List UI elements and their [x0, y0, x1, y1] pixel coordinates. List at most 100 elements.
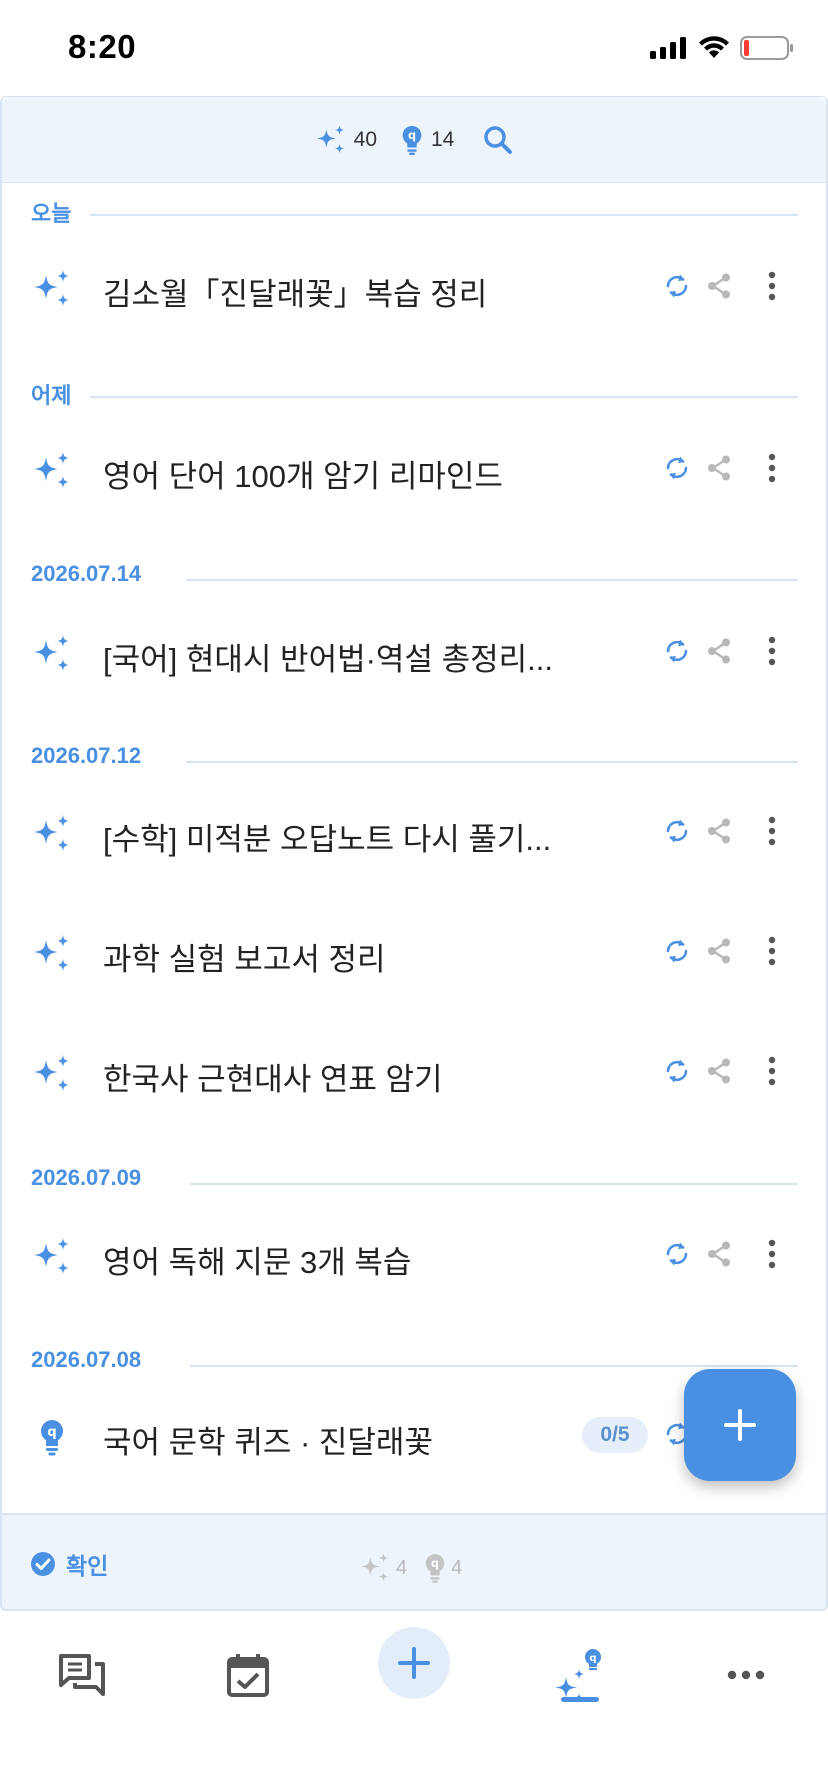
- refresh-icon[interactable]: [662, 816, 692, 846]
- more-horizontal-icon: [727, 1670, 765, 1680]
- refresh-icon[interactable]: [662, 936, 692, 966]
- svg-text:q: q: [408, 129, 416, 142]
- tab-calendar[interactable]: [212, 1639, 284, 1711]
- svg-text:q: q: [589, 1653, 596, 1664]
- item-title: 한국사 근현대사 연표 암기: [103, 1062, 443, 1097]
- share-icon[interactable]: [704, 1239, 734, 1269]
- refresh-icon[interactable]: [662, 636, 692, 666]
- quiz-count: 14: [431, 127, 455, 151]
- sparkles-quiz-icon: q: [555, 1649, 601, 1703]
- item-title: 영어 독해 지문 3개 복습: [103, 1245, 412, 1280]
- sparkle-stat: 40: [314, 123, 377, 157]
- more-vertical-icon[interactable]: [758, 269, 786, 303]
- section-label: 오늘: [31, 201, 72, 226]
- lightbulb-q-icon: q: [41, 1420, 63, 1456]
- selection-footer: 확인 4 q 4: [2, 1513, 826, 1609]
- refresh-icon[interactable]: [662, 1056, 692, 1086]
- check-circle-icon: [31, 1552, 55, 1576]
- item-title: [수학] 미적분 오답노트 다시 풀기...: [103, 822, 552, 857]
- list-item[interactable]: [국어] 현대시 반어법·역설 총정리...: [2, 604, 826, 700]
- more-vertical-icon[interactable]: [758, 1237, 786, 1271]
- more-vertical-icon[interactable]: [758, 934, 786, 968]
- list-item[interactable]: 김소월「진달래꽃」복습 정리: [2, 239, 826, 335]
- sparkles-icon: [34, 635, 69, 671]
- battery-icon: [740, 36, 793, 60]
- item-title: [국어] 현대시 반어법·역설 총정리...: [103, 642, 553, 677]
- more-vertical-icon[interactable]: [758, 634, 786, 668]
- footer-quiz-count: 4: [451, 1556, 463, 1579]
- confirm-label: 확인: [66, 1553, 109, 1579]
- section-divider: [190, 1365, 798, 1367]
- list-item[interactable]: 과학 실험 보고서 정리: [2, 904, 826, 1000]
- footer-sparkle-stat: 4: [358, 1551, 407, 1585]
- sparkles-icon: [316, 124, 344, 153]
- share-icon[interactable]: [704, 636, 734, 666]
- plus-icon: [398, 1647, 430, 1679]
- section-label: 2026.07.08: [31, 1347, 142, 1372]
- more-vertical-icon[interactable]: [758, 451, 786, 485]
- sparkles-icon: [34, 452, 69, 488]
- sparkles-icon: [34, 1055, 69, 1091]
- footer-quiz-stat: q 4: [423, 1553, 462, 1583]
- section-divider: [90, 214, 798, 216]
- item-title: 김소월「진달래꽃」복습 정리: [103, 277, 488, 312]
- footer-sparkle-count: 4: [396, 1556, 408, 1579]
- share-icon[interactable]: [704, 271, 734, 301]
- item-title: 영어 단어 100개 암기 리마인드: [103, 459, 503, 494]
- lightbulb-q-icon: q: [425, 1554, 445, 1583]
- status-time: 8:20: [68, 28, 137, 65]
- sparkles-icon: [34, 270, 69, 306]
- active-tab-indicator: [561, 1697, 599, 1702]
- search-button[interactable]: [482, 124, 514, 156]
- section-divider: [190, 1183, 798, 1185]
- footer-stats: 4 q 4: [358, 1551, 462, 1585]
- sparkle-count: 40: [353, 127, 377, 151]
- quiz-stat: q 14: [399, 125, 454, 155]
- sparkles-icon: [34, 815, 69, 851]
- refresh-icon[interactable]: [662, 1239, 692, 1269]
- confirm-button[interactable]: 확인: [30, 1547, 108, 1581]
- section-label: 2026.07.14: [31, 561, 142, 586]
- list-item[interactable]: 영어 단어 100개 암기 리마인드: [2, 421, 826, 517]
- quiz-progress-badge: 0/5: [582, 1417, 648, 1453]
- section-header: 어제: [2, 366, 826, 416]
- search-icon: [484, 125, 513, 154]
- section-header: 2026.07.09: [2, 1153, 826, 1203]
- wifi-icon: [699, 36, 729, 58]
- add-fab-button[interactable]: [684, 1369, 796, 1481]
- signal-icon: [650, 37, 686, 59]
- refresh-icon[interactable]: [662, 271, 692, 301]
- sparkles-icon: [34, 1238, 69, 1274]
- status-icons: [650, 36, 794, 60]
- section-header: 2026.07.14: [2, 549, 826, 599]
- section-divider: [90, 396, 798, 398]
- more-vertical-icon[interactable]: [758, 1054, 786, 1088]
- section-header: 2026.07.12: [2, 731, 826, 781]
- refresh-icon[interactable]: [662, 453, 692, 483]
- sparkles-icon: [34, 935, 69, 971]
- section-label: 어제: [31, 383, 72, 408]
- item-title: 과학 실험 보고서 정리: [103, 942, 386, 977]
- svg-text:q: q: [431, 1557, 439, 1570]
- share-icon[interactable]: [704, 453, 734, 483]
- share-icon[interactable]: [704, 816, 734, 846]
- tab-add-button[interactable]: [378, 1627, 450, 1699]
- bottom-tab-bar: q: [0, 1611, 828, 1792]
- section-divider: [186, 579, 798, 581]
- plus-icon: [724, 1409, 756, 1441]
- calendar-check-icon: [227, 1654, 269, 1697]
- lightbulb-q-icon: q: [402, 125, 422, 155]
- share-icon[interactable]: [704, 1056, 734, 1086]
- chat-icon: [59, 1654, 105, 1696]
- list-item[interactable]: [수학] 미적분 오답노트 다시 풀기...: [2, 784, 826, 880]
- list-item[interactable]: 영어 독해 지문 3개 복습: [2, 1207, 826, 1303]
- more-vertical-icon[interactable]: [758, 814, 786, 848]
- tab-more[interactable]: [710, 1639, 782, 1711]
- summary-header: 40 q 14: [2, 97, 826, 183]
- sparkles-icon: [361, 1553, 389, 1582]
- item-title: 국어 문학 퀴즈 · 진달래꽃: [103, 1425, 433, 1460]
- tab-chat[interactable]: [46, 1639, 118, 1711]
- list-item[interactable]: 한국사 근현대사 연표 암기: [2, 1024, 826, 1120]
- share-icon[interactable]: [704, 936, 734, 966]
- status-bar: 8:20: [0, 0, 828, 96]
